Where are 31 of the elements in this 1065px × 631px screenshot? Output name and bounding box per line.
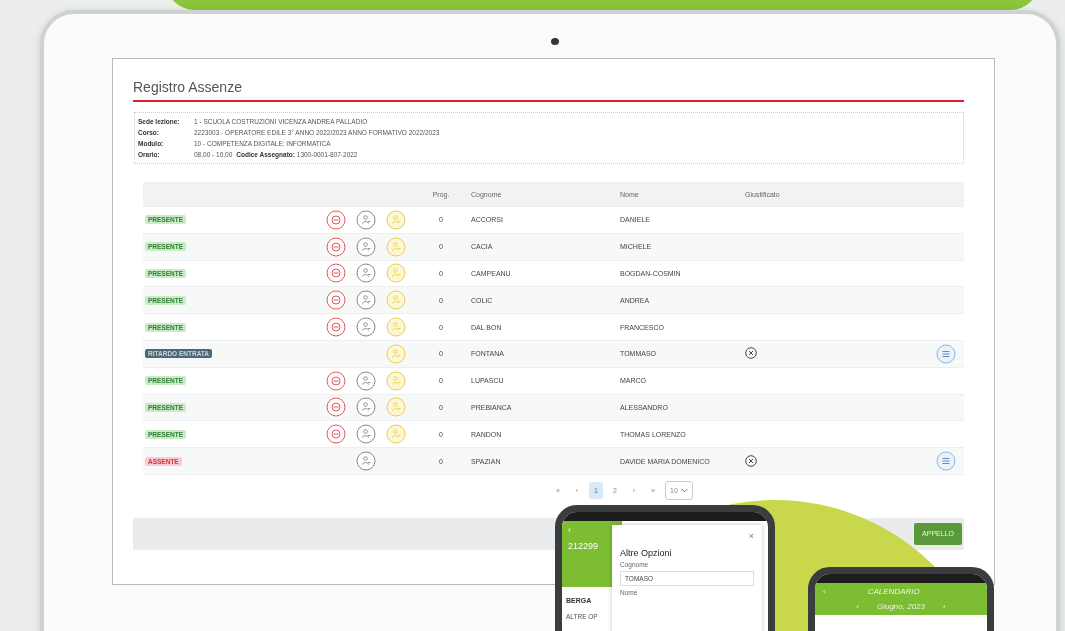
person-circle-icon[interactable] bbox=[356, 397, 376, 418]
back-button[interactable]: ‹ bbox=[568, 525, 616, 535]
course-code: 212299 bbox=[568, 541, 600, 551]
close-button[interactable]: × bbox=[748, 531, 754, 541]
page-title: Registro Assenze bbox=[133, 79, 964, 102]
person-circle-icon[interactable] bbox=[356, 424, 376, 445]
remove-circle-icon[interactable] bbox=[326, 236, 346, 257]
person-circle-icon[interactable] bbox=[356, 451, 376, 472]
person-circle-icon[interactable] bbox=[356, 290, 376, 311]
remove-circle-icon[interactable] bbox=[326, 397, 346, 418]
person-circle-icon[interactable] bbox=[356, 370, 376, 391]
remove-circle-icon[interactable] bbox=[326, 263, 346, 284]
person-circle-icon[interactable] bbox=[356, 317, 376, 338]
previous-month-button[interactable]: ‹ bbox=[856, 602, 859, 611]
back-button[interactable]: ‹ bbox=[823, 587, 826, 596]
chevron-down-icon bbox=[680, 487, 688, 493]
calendar-title: CALENDARIO bbox=[867, 587, 920, 596]
dialog-title: Altre Opzioni bbox=[620, 548, 673, 558]
remove-circle-icon[interactable] bbox=[326, 209, 346, 230]
month-label: Giugno, 2023 bbox=[876, 602, 925, 611]
person-circle-icon[interactable] bbox=[356, 263, 376, 284]
list-menu-icon[interactable] bbox=[936, 343, 956, 364]
remove-circle-icon[interactable] bbox=[326, 290, 346, 311]
person-circle-icon[interactable] bbox=[356, 236, 376, 257]
person-circle-icon[interactable] bbox=[356, 209, 376, 230]
remove-circle-icon[interactable] bbox=[326, 317, 346, 338]
list-menu-icon[interactable] bbox=[936, 451, 956, 472]
remove-circle-icon[interactable] bbox=[326, 370, 346, 391]
camera-dot bbox=[551, 38, 559, 45]
remove-circle-icon[interactable] bbox=[326, 424, 346, 445]
next-month-button[interactable]: › bbox=[943, 602, 946, 611]
